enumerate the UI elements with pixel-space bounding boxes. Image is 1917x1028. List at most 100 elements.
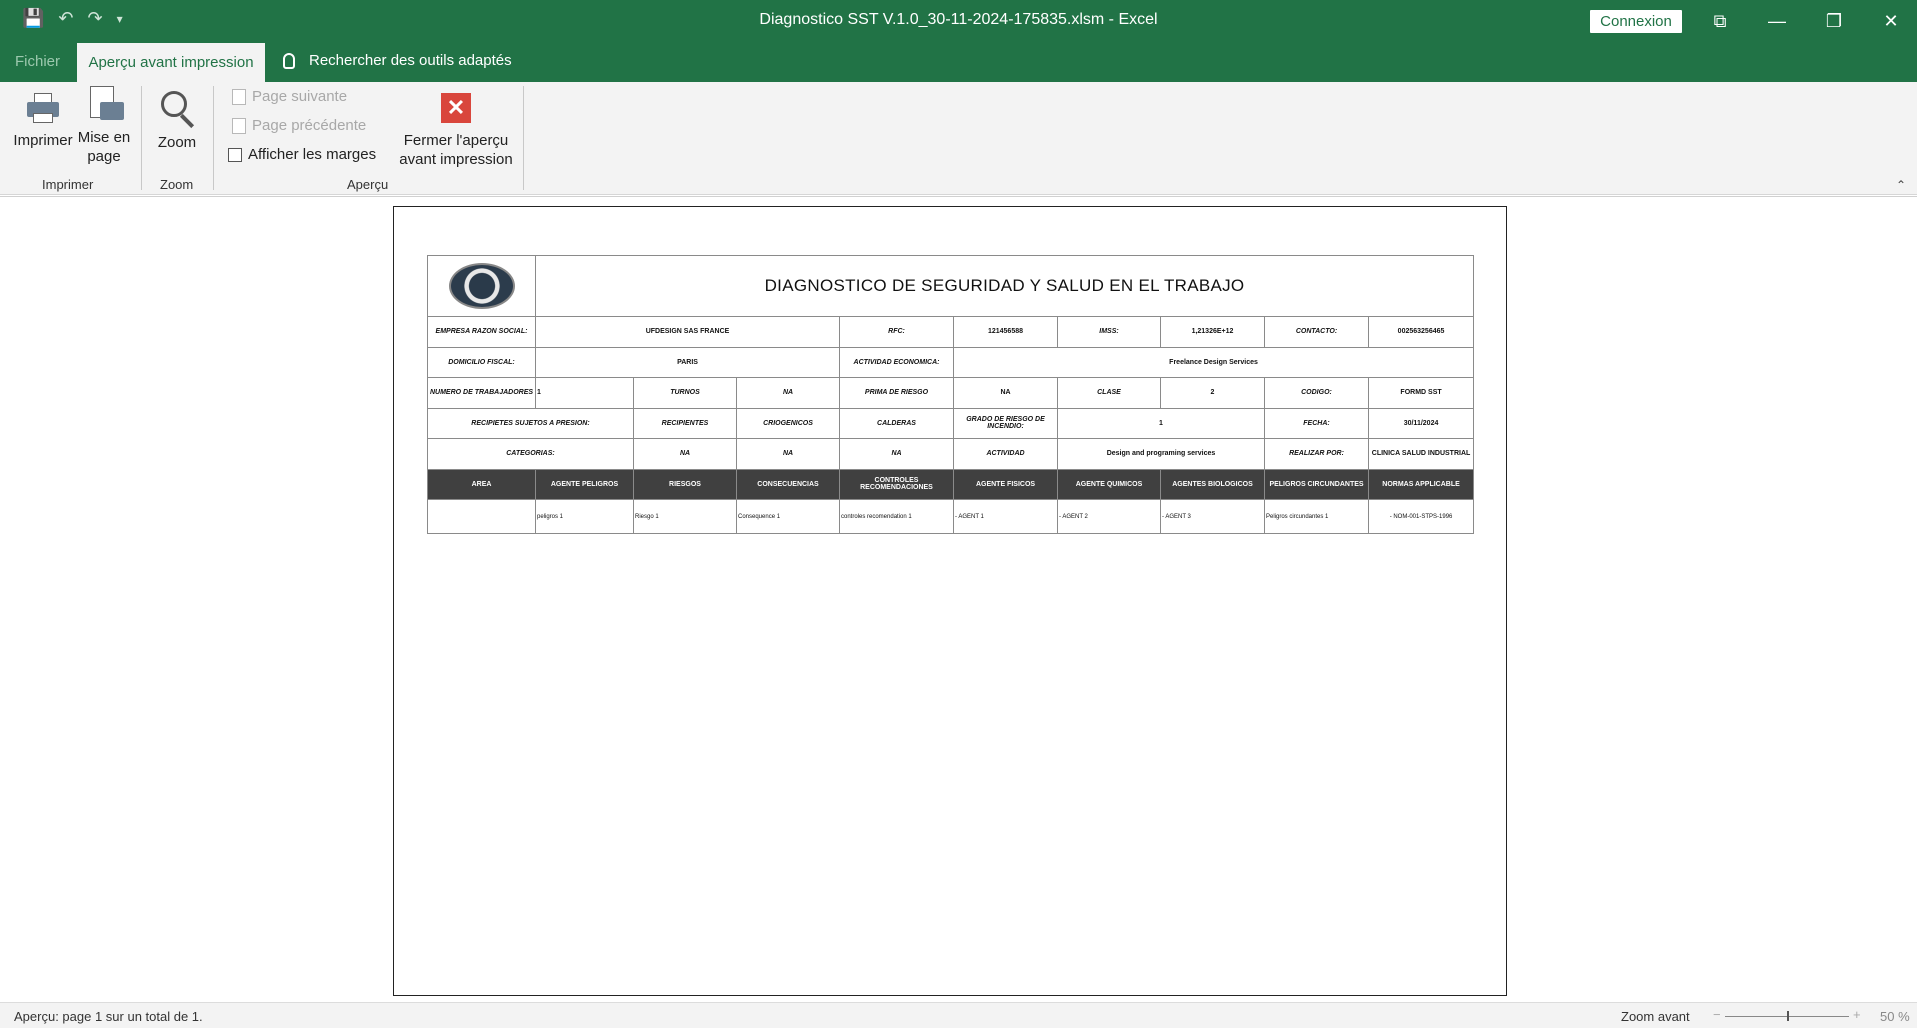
close-icon[interactable]: ✕ (1871, 6, 1911, 36)
data-cell: - AGENT 1 (953, 499, 1058, 534)
group-label-zoom: Zoom (160, 177, 194, 192)
label-cell: PRIMA DE RIESGO (839, 377, 954, 409)
printer-icon (25, 91, 61, 125)
preview-page: DIAGNOSTICO DE SEGURIDAD Y SALUD EN EL T… (393, 206, 1507, 996)
value-cell: CLINICA SALUD INDUSTRIAL (1367, 438, 1475, 470)
next-page-icon (232, 88, 246, 105)
label-cell: RECIPIENTES (633, 407, 737, 439)
data-cell: - NOM-001-STPS-1996 (1367, 499, 1475, 534)
minimize-icon[interactable]: — (1757, 6, 1797, 36)
show-margins-checkbox[interactable]: Afficher les marges (228, 146, 376, 163)
ribbon-display-options-icon[interactable]: ⧉ (1700, 6, 1740, 36)
ribbon-tabs: Fichier Aperçu avant impression Recherch… (0, 42, 1917, 82)
column-header: AGENTE QUIMICOS (1057, 468, 1161, 500)
label-cell: CALDERAS (839, 407, 954, 439)
label-cell: GRADO DE RIESGO DE INCENDIO: (953, 407, 1058, 439)
zoom-slider-thumb[interactable] (1787, 1011, 1789, 1021)
diagnostic-sheet: DIAGNOSTICO DE SEGURIDAD Y SALUD EN EL T… (427, 255, 1475, 534)
tab-print-preview[interactable]: Aperçu avant impression (77, 43, 265, 82)
group-label-preview: Aperçu (347, 177, 389, 192)
tab-file[interactable]: Fichier (15, 53, 60, 70)
label-cell: CRIOGENICOS (736, 407, 840, 439)
status-bar: Aperçu: page 1 sur un total de 1. Zoom a… (0, 1002, 1917, 1028)
data-cell: Riesgo 1 (633, 499, 737, 534)
label-cell: FECHA: (1264, 407, 1369, 439)
signin-button[interactable]: Connexion (1590, 10, 1682, 33)
label-cell: EMPRESA RAZON SOCIAL: (427, 316, 536, 348)
ribbon: Imprimer Mise en page Imprimer Zoom Zoom… (0, 82, 1917, 195)
label-cell: RFC: (839, 316, 954, 348)
close-preview-icon: ✕ (441, 93, 471, 123)
label-cell: IMSS: (1057, 316, 1161, 348)
next-page-button[interactable]: Page suivante (232, 88, 347, 105)
print-button[interactable]: Imprimer (12, 91, 74, 150)
value-cell: NA (633, 438, 737, 470)
zoom-in-label[interactable]: Zoom avant (1621, 1009, 1690, 1024)
value-cell: 002563256465 (1367, 316, 1475, 348)
label-cell: ACTIVIDAD (953, 438, 1058, 470)
column-header: RIESGOS (633, 468, 737, 500)
close-print-preview-button[interactable]: ✕ Fermer l'aperçu avant impression (398, 93, 514, 169)
logo-cell (427, 255, 536, 317)
zoom-out-icon[interactable]: − (1713, 1007, 1721, 1022)
close-preview-label-2: avant impression (399, 151, 513, 168)
value-cell: PARIS (535, 346, 840, 378)
value-cell: Design and programing services (1057, 438, 1265, 470)
tell-me-search[interactable]: Rechercher des outils adaptés (283, 52, 512, 69)
page-setup-icon (84, 86, 124, 126)
page-setup-label-2: page (87, 148, 121, 165)
zoom-slider[interactable]: − + (1713, 1007, 1861, 1023)
maximize-icon[interactable]: ❐ (1814, 6, 1854, 36)
page-status: Aperçu: page 1 sur un total de 1. (14, 1009, 203, 1024)
previous-page-label: Page précédente (252, 117, 367, 134)
company-logo (448, 263, 515, 309)
value-cell: NA (839, 438, 954, 470)
value-cell: FORMD SST (1367, 377, 1475, 409)
table-row: peligros 1 Riesgo 1 Consequence 1 contro… (427, 499, 1475, 534)
page-setup-button[interactable]: Mise en page (76, 86, 132, 166)
value-cell: 1 (1057, 407, 1265, 439)
column-header: CONTROLES RECOMENDACIONES (839, 468, 954, 500)
previous-page-icon (232, 117, 246, 134)
checkbox-icon[interactable] (228, 147, 242, 162)
label-cell: CONTACTO: (1264, 316, 1369, 348)
data-cell: - AGENT 2 (1057, 499, 1161, 534)
zoom-button[interactable]: Zoom (152, 89, 202, 152)
preview-workspace[interactable]: DIAGNOSTICO DE SEGURIDAD Y SALUD EN EL T… (0, 196, 1917, 1002)
label-cell: CODIGO: (1264, 377, 1369, 409)
value-cell: Freelance Design Services (952, 346, 1475, 378)
zoom-in-icon[interactable]: + (1853, 1007, 1861, 1022)
next-page-label: Page suivante (252, 88, 348, 105)
label-cell: CATEGORIAS: (427, 438, 634, 470)
previous-page-button[interactable]: Page précédente (232, 117, 366, 134)
data-cell: peligros 1 (535, 499, 634, 534)
group-label-print: Imprimer (42, 177, 94, 192)
show-margins-label: Afficher les marges (248, 146, 377, 163)
value-cell: 1,21326E+12 (1160, 316, 1265, 348)
table-row: NUMERO DE TRABAJADORES 1 TURNOS NA PRIMA… (427, 377, 1475, 409)
zoom-percent[interactable]: 50 % (1880, 1009, 1910, 1024)
table-row: RECIPIETES SUJETOS A PRESION: RECIPIENTE… (427, 407, 1475, 439)
value-cell: NA (953, 377, 1058, 409)
sheet-title-row: DIAGNOSTICO DE SEGURIDAD Y SALUD EN EL T… (427, 255, 1475, 317)
value-cell: 1 (535, 377, 634, 409)
close-preview-label-1: Fermer l'aperçu (403, 132, 509, 149)
print-button-label: Imprimer (13, 132, 73, 149)
column-header: PELIGROS CIRCUNDANTES (1264, 468, 1369, 500)
label-cell: NUMERO DE TRABAJADORES (427, 377, 536, 409)
group-separator (213, 86, 214, 190)
data-cell: - AGENT 3 (1160, 499, 1265, 534)
collapse-ribbon-icon[interactable]: ⌃ (1896, 178, 1906, 192)
table-row: CATEGORIAS: NA NA NA ACTIVIDAD Design an… (427, 438, 1475, 470)
value-cell: UFDESIGN SAS FRANCE (535, 316, 840, 348)
label-cell: RECIPIETES SUJETOS A PRESION: (427, 407, 634, 439)
column-header: AGENTES BIOLOGICOS (1160, 468, 1265, 500)
value-cell: 30/11/2024 (1367, 407, 1475, 439)
label-cell: REALIZAR POR: (1264, 438, 1369, 470)
tell-me-label: Rechercher des outils adaptés (309, 52, 512, 69)
column-header: CONSECUENCIAS (736, 468, 840, 500)
label-cell: DOMICILIO FISCAL: (427, 346, 536, 378)
table-row: DOMICILIO FISCAL: PARIS ACTIVIDAD ECONOM… (427, 346, 1475, 378)
lightbulb-icon (283, 52, 295, 69)
title-bar: 💾 ↶ ↷ ▾ Diagnostico SST V.1.0_30-11-2024… (0, 0, 1917, 42)
